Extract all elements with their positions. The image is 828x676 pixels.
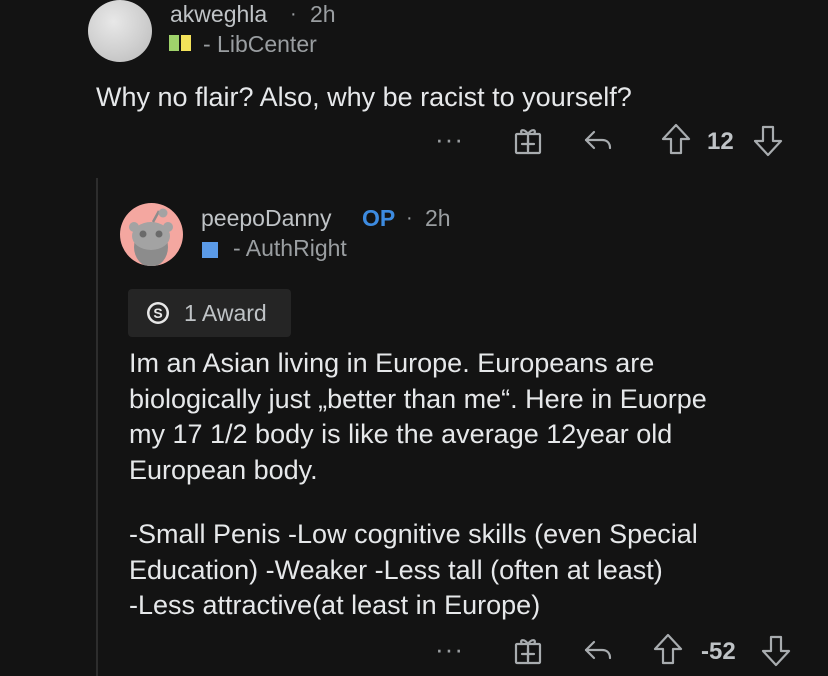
upvote-icon[interactable]	[652, 632, 684, 666]
separator: ·	[406, 207, 413, 229]
upvote-icon[interactable]	[660, 122, 692, 156]
comment-body: Im an Asian living in Europe. Europeans …	[129, 346, 707, 488]
flair-color-blue	[202, 242, 218, 258]
downvote-icon[interactable]	[760, 634, 792, 668]
comment-body-list: -Small Penis -Low cognitive skills (even…	[129, 517, 698, 624]
vote-count: 12	[707, 128, 734, 155]
award-badge[interactable]: S 1 Award	[128, 289, 291, 337]
username[interactable]: peepoDanny	[201, 205, 331, 232]
downvote-icon[interactable]	[752, 124, 784, 158]
award-label: 1 Award	[184, 300, 267, 326]
reply-icon[interactable]	[582, 634, 614, 666]
reply-icon[interactable]	[582, 124, 614, 156]
flair-color-green	[169, 35, 179, 51]
vote-count: -52	[701, 638, 736, 665]
more-icon[interactable]: ···	[435, 634, 464, 665]
flair-color-yellow	[181, 35, 191, 51]
comment-body: Why no flair? Also, why be racist to you…	[96, 82, 632, 112]
more-icon[interactable]: ···	[435, 124, 464, 155]
thread-line[interactable]	[96, 178, 98, 676]
body-line: my 17 1/2 body is like the average 12yea…	[129, 419, 673, 449]
timestamp: 2h	[425, 205, 451, 231]
body-line: Education) -Weaker -Less tall (often at …	[129, 554, 663, 585]
flair-text: - LibCenter	[203, 31, 317, 57]
body-line: European body.	[129, 454, 318, 485]
avatar[interactable]	[120, 203, 183, 266]
body-line: -Small Penis -Low cognitive skills (even…	[129, 519, 698, 549]
avatar[interactable]	[88, 0, 152, 62]
body-line: Im an Asian living in Europe. Europeans …	[129, 348, 655, 378]
gift-icon[interactable]	[512, 124, 544, 156]
svg-text:S: S	[153, 305, 162, 321]
flair-text: - AuthRight	[233, 235, 347, 261]
username[interactable]: akweghla	[170, 1, 267, 28]
separator: ·	[290, 3, 297, 25]
gift-icon[interactable]	[512, 634, 544, 666]
timestamp: 2h	[310, 1, 336, 27]
award-icon: S	[147, 302, 169, 324]
body-line: -Less attractive(at least in Europe)	[129, 590, 541, 620]
body-line: biologically just „better than me“. Here…	[129, 383, 707, 414]
snoo-avatar-icon	[129, 208, 173, 266]
op-badge: OP	[362, 205, 396, 231]
